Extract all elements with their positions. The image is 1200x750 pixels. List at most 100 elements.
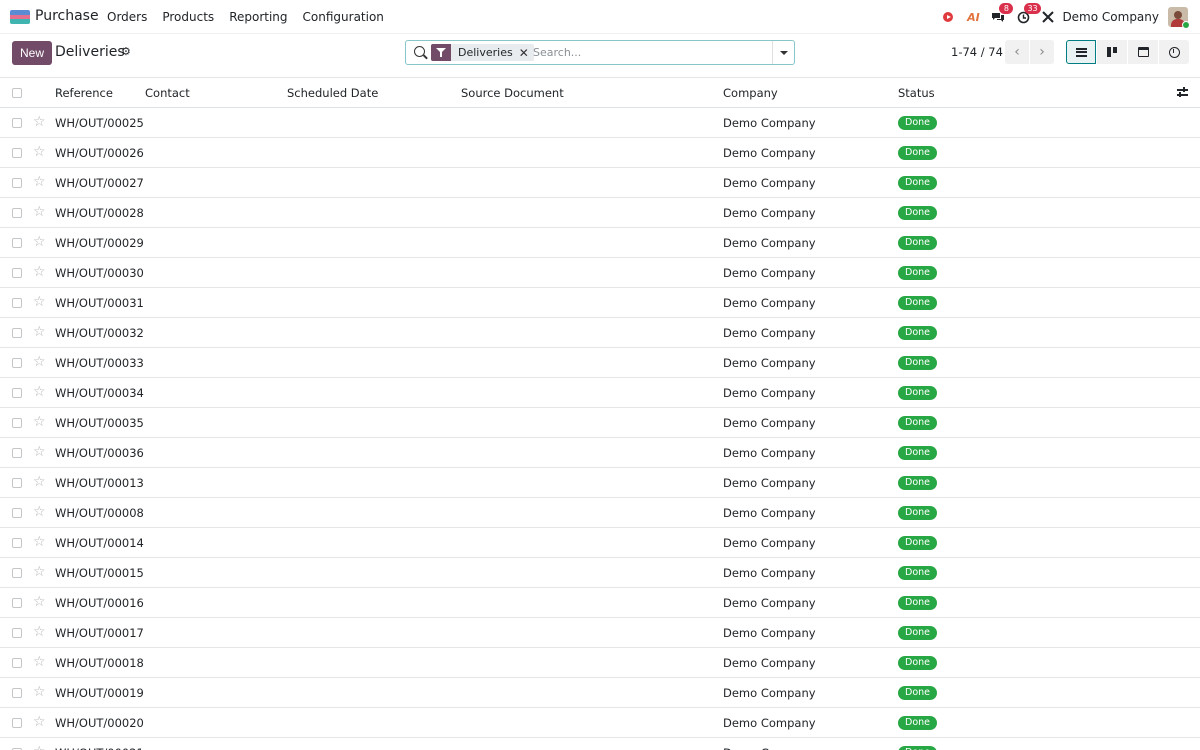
star-icon[interactable]: ☆	[33, 684, 46, 700]
star-icon[interactable]: ☆	[33, 204, 46, 220]
star-icon[interactable]: ☆	[33, 624, 46, 640]
select-all-checkbox[interactable]	[12, 88, 22, 98]
star-icon[interactable]: ☆	[33, 354, 46, 370]
table-row[interactable]: ☆ WH/OUT/00013 Demo Company Done	[0, 468, 1200, 498]
star-icon[interactable]: ☆	[33, 384, 46, 400]
row-checkbox[interactable]	[12, 118, 22, 128]
user-avatar[interactable]	[1168, 7, 1190, 29]
row-checkbox[interactable]	[12, 418, 22, 428]
table-row[interactable]: ☆ WH/OUT/00015 Demo Company Done	[0, 558, 1200, 588]
row-checkbox[interactable]	[12, 178, 22, 188]
row-checkbox[interactable]	[12, 658, 22, 668]
star-icon[interactable]: ☆	[33, 234, 46, 250]
column-header-source-document[interactable]: Source Document	[461, 86, 564, 100]
table-row[interactable]: ☆ WH/OUT/00030 Demo Company Done	[0, 258, 1200, 288]
table-row[interactable]: ☆ WH/OUT/00021 Demo Company Done	[0, 738, 1200, 750]
row-checkbox[interactable]	[12, 358, 22, 368]
app-logo-icon[interactable]	[10, 10, 30, 24]
row-checkbox[interactable]	[12, 448, 22, 458]
record-icon[interactable]	[940, 9, 956, 25]
table-row[interactable]: ☆ WH/OUT/00034 Demo Company Done	[0, 378, 1200, 408]
star-icon[interactable]: ☆	[33, 294, 46, 310]
pager-previous-button[interactable]: ‹	[1005, 40, 1029, 64]
row-checkbox[interactable]	[12, 718, 22, 728]
company-switcher[interactable]: Demo Company	[1062, 10, 1159, 24]
star-icon[interactable]: ☆	[33, 744, 46, 750]
tools-icon[interactable]	[1040, 9, 1056, 25]
new-button[interactable]: New	[12, 41, 52, 65]
calendar-view-button[interactable]	[1128, 40, 1158, 64]
row-checkbox[interactable]	[12, 508, 22, 518]
table-row[interactable]: ☆ WH/OUT/00029 Demo Company Done	[0, 228, 1200, 258]
app-name[interactable]: Purchase	[35, 8, 99, 24]
activity-view-button[interactable]	[1159, 40, 1189, 64]
star-icon[interactable]: ☆	[33, 264, 46, 280]
star-icon[interactable]: ☆	[33, 594, 46, 610]
search-options-toggle[interactable]	[772, 41, 794, 64]
table-row[interactable]: ☆ WH/OUT/00035 Demo Company Done	[0, 408, 1200, 438]
column-header-company[interactable]: Company	[723, 86, 778, 100]
row-checkbox[interactable]	[12, 688, 22, 698]
star-icon[interactable]: ☆	[33, 654, 46, 670]
column-header-scheduled-date[interactable]: Scheduled Date	[287, 86, 378, 100]
search-input[interactable]	[533, 44, 768, 61]
table-row[interactable]: ☆ WH/OUT/00028 Demo Company Done	[0, 198, 1200, 228]
search-icon[interactable]	[414, 46, 425, 57]
pager-value[interactable]: 1-74 / 74	[951, 45, 1003, 59]
table-row[interactable]: ☆ WH/OUT/00020 Demo Company Done	[0, 708, 1200, 738]
star-icon[interactable]: ☆	[33, 414, 46, 430]
row-checkbox[interactable]	[12, 238, 22, 248]
facet-remove-icon[interactable]: ✕	[519, 46, 534, 60]
star-icon[interactable]: ☆	[33, 174, 46, 190]
menu-item-configuration[interactable]: Configuration	[303, 10, 384, 24]
ai-icon[interactable]: AI	[965, 9, 981, 25]
table-row[interactable]: ☆ WH/OUT/00018 Demo Company Done	[0, 648, 1200, 678]
list-view-button[interactable]	[1066, 40, 1096, 64]
pager-next-button[interactable]: ›	[1030, 40, 1054, 64]
row-checkbox[interactable]	[12, 538, 22, 548]
table-row[interactable]: ☆ WH/OUT/00036 Demo Company Done	[0, 438, 1200, 468]
row-checkbox[interactable]	[12, 388, 22, 398]
gear-icon[interactable]: ⚙	[121, 45, 131, 58]
row-checkbox[interactable]	[12, 568, 22, 578]
table-row[interactable]: ☆ WH/OUT/00025 Demo Company Done	[0, 108, 1200, 138]
row-checkbox[interactable]	[12, 628, 22, 638]
activities-icon[interactable]: 33	[1015, 3, 1041, 25]
row-checkbox[interactable]	[12, 268, 22, 278]
row-checkbox[interactable]	[12, 148, 22, 158]
menu-item-reporting[interactable]: Reporting	[229, 10, 287, 24]
table-row[interactable]: ☆ WH/OUT/00016 Demo Company Done	[0, 588, 1200, 618]
kanban-view-button[interactable]	[1097, 40, 1127, 64]
star-icon[interactable]: ☆	[33, 504, 46, 520]
star-icon[interactable]: ☆	[33, 534, 46, 550]
star-icon[interactable]: ☆	[33, 714, 46, 730]
row-checkbox[interactable]	[12, 598, 22, 608]
table-row[interactable]: ☆ WH/OUT/00019 Demo Company Done	[0, 678, 1200, 708]
table-row[interactable]: ☆ WH/OUT/00031 Demo Company Done	[0, 288, 1200, 318]
row-checkbox[interactable]	[12, 298, 22, 308]
table-row[interactable]: ☆ WH/OUT/00014 Demo Company Done	[0, 528, 1200, 558]
table-row[interactable]: ☆ WH/OUT/00008 Demo Company Done	[0, 498, 1200, 528]
table-row[interactable]: ☆ WH/OUT/00026 Demo Company Done	[0, 138, 1200, 168]
table-row[interactable]: ☆ WH/OUT/00027 Demo Company Done	[0, 168, 1200, 198]
messages-icon[interactable]: 8	[990, 3, 1014, 25]
row-checkbox[interactable]	[12, 328, 22, 338]
menu-item-orders[interactable]: Orders	[107, 10, 147, 24]
star-icon[interactable]: ☆	[33, 114, 46, 130]
row-checkbox[interactable]	[12, 478, 22, 488]
cell-reference: WH/OUT/00036	[55, 446, 144, 460]
menu-item-products[interactable]: Products	[162, 10, 214, 24]
table-row[interactable]: ☆ WH/OUT/00033 Demo Company Done	[0, 348, 1200, 378]
star-icon[interactable]: ☆	[33, 444, 46, 460]
optional-columns-icon[interactable]	[1177, 87, 1188, 97]
column-header-contact[interactable]: Contact	[145, 86, 190, 100]
column-header-status[interactable]: Status	[898, 86, 935, 100]
star-icon[interactable]: ☆	[33, 564, 46, 580]
star-icon[interactable]: ☆	[33, 324, 46, 340]
table-row[interactable]: ☆ WH/OUT/00032 Demo Company Done	[0, 318, 1200, 348]
star-icon[interactable]: ☆	[33, 474, 46, 490]
table-row[interactable]: ☆ WH/OUT/00017 Demo Company Done	[0, 618, 1200, 648]
column-header-reference[interactable]: Reference	[55, 86, 113, 100]
star-icon[interactable]: ☆	[33, 144, 46, 160]
row-checkbox[interactable]	[12, 208, 22, 218]
